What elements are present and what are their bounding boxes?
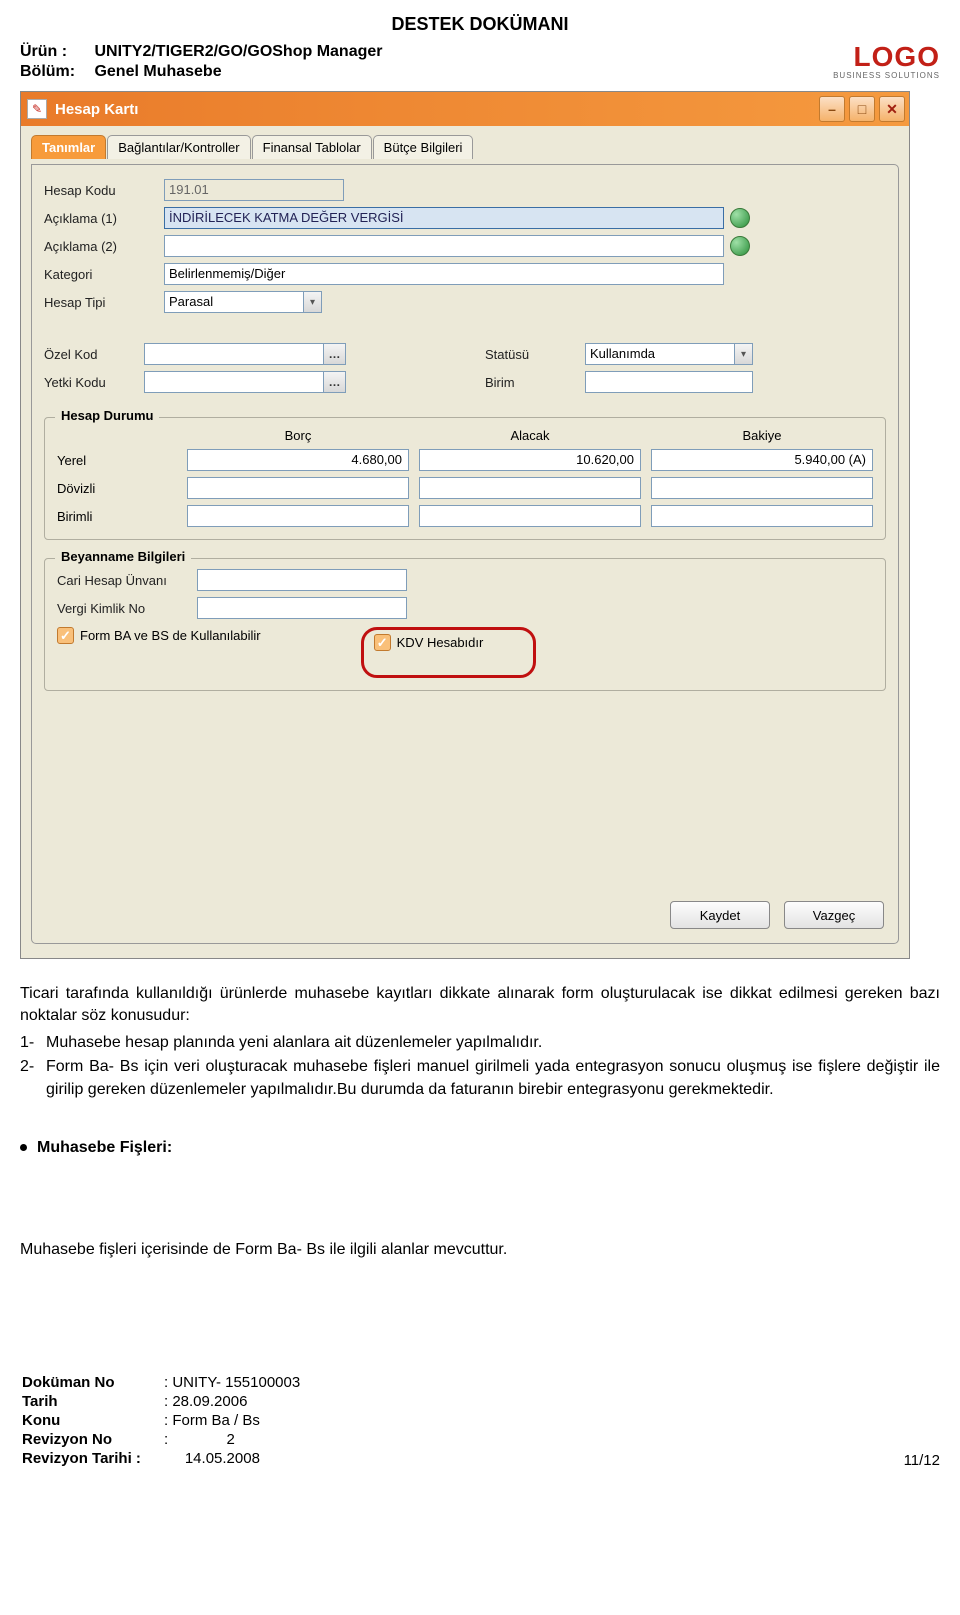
birim-input[interactable] xyxy=(585,371,753,393)
check-icon: ✓ xyxy=(57,627,74,644)
cari-hesap-label: Cari Hesap Ünvanı xyxy=(57,573,197,588)
tab-butce[interactable]: Bütçe Bilgileri xyxy=(373,135,474,159)
form-ba-bs-checkbox[interactable]: ✓ Form BA ve BS de Kullanılabilir xyxy=(57,627,261,644)
intro-paragraph: Ticari tarafında kullanıldığı ürünlerde … xyxy=(20,983,940,1028)
row-dovizli-bakiye xyxy=(651,477,873,499)
kdv-hesabidir-checkbox[interactable]: ✓ KDV Hesabıdır xyxy=(374,634,484,651)
row-yerel-borc: 4.680,00 xyxy=(187,449,409,471)
plain-line: Muhasebe fişleri içerisinde de Form Ba- … xyxy=(20,1239,940,1261)
doc-title: DESTEK DOKÜMANI xyxy=(20,14,940,35)
chevron-down-icon: ▾ xyxy=(735,343,753,365)
row-birimli-label: Birimli xyxy=(57,509,177,524)
yetki-kodu-field[interactable]: … xyxy=(144,371,346,393)
ozel-kod-field[interactable]: … xyxy=(144,343,346,365)
ozel-kod-lookup-button[interactable]: … xyxy=(324,343,346,365)
aciklama1-input[interactable]: İNDİRİLECEK KATMA DEĞER VERGİSİ xyxy=(164,207,724,229)
minimize-button[interactable]: – xyxy=(819,96,845,122)
row-yerel-label: Yerel xyxy=(57,453,177,468)
form-ba-bs-label: Form BA ve BS de Kullanılabilir xyxy=(80,628,261,643)
tab-strip: Tanımlar Bağlantılar/Kontroller Finansal… xyxy=(31,134,899,158)
row-yerel-alacak: 10.620,00 xyxy=(419,449,641,471)
item2-text: Form Ba- Bs için veri oluşturacak muhase… xyxy=(46,1056,940,1101)
statusu-combo[interactable]: Kullanımda ▾ xyxy=(585,343,753,365)
vergi-kimlik-input[interactable] xyxy=(197,597,407,619)
hesap-durumu-group: Hesap Durumu Borç Alacak Bakiye Yerel 4.… xyxy=(44,417,886,540)
beyanname-legend: Beyanname Bilgileri xyxy=(55,549,191,564)
hesap-kodu-input[interactable]: 191.01 xyxy=(164,179,344,201)
logo-main: LOGO xyxy=(833,43,940,71)
beyanname-group: Beyanname Bilgileri Cari Hesap Ünvanı Ve… xyxy=(44,558,886,691)
cari-hesap-input[interactable] xyxy=(197,569,407,591)
account-card-window: ✎ Hesap Kartı – □ ✕ Tanımlar Bağlantılar… xyxy=(20,91,910,959)
statusu-value: Kullanımda xyxy=(585,343,735,365)
birim-label: Birim xyxy=(485,375,585,390)
tab-panel-tanimlar: Hesap Kodu 191.01 Açıklama (1) İNDİRİLEC… xyxy=(31,164,899,944)
aciklama2-label: Açıklama (2) xyxy=(44,239,164,254)
ozel-kod-label: Özel Kod xyxy=(44,347,144,362)
row-dovizli-borc xyxy=(187,477,409,499)
product-line: Ürün : UNITY2/TIGER2/GO/GOShop Manager xyxy=(20,43,940,61)
row-dovizli-label: Dövizli xyxy=(57,481,177,496)
row-birimli-alacak xyxy=(419,505,641,527)
item2-num: 2- xyxy=(20,1056,46,1101)
yetki-kodu-label: Yetki Kodu xyxy=(44,375,144,390)
globe-icon-2[interactable] xyxy=(730,236,750,256)
aciklama2-input[interactable] xyxy=(164,235,724,257)
row-birimli-borc xyxy=(187,505,409,527)
yetki-kodu-lookup-button[interactable]: … xyxy=(324,371,346,393)
kategori-input[interactable]: Belirlenmemiş/Diğer xyxy=(164,263,724,285)
tab-tanimlar[interactable]: Tanımlar xyxy=(31,135,106,159)
vergi-kimlik-label: Vergi Kimlik No xyxy=(57,601,197,616)
close-button[interactable]: ✕ xyxy=(879,96,905,122)
page-number: 11/12 xyxy=(904,1452,940,1469)
app-icon: ✎ xyxy=(27,99,47,119)
item1-num: 1- xyxy=(20,1032,46,1054)
row-birimli-bakiye xyxy=(651,505,873,527)
muhasebe-fisleri-heading: Muhasebe Fişleri: xyxy=(37,1137,172,1159)
maximize-button[interactable]: □ xyxy=(849,96,875,122)
hesap-tipi-combo[interactable]: Parasal ▾ xyxy=(164,291,322,313)
row-dovizli-alacak xyxy=(419,477,641,499)
hesap-durumu-legend: Hesap Durumu xyxy=(55,408,159,423)
section-line: Bölüm: Genel Muhasebe xyxy=(20,63,940,81)
item1-text: Muhasebe hesap planında yeni alanlara ai… xyxy=(46,1032,940,1054)
footer-meta: Doküman No: UNITY- 155100003 Tarih: 28.0… xyxy=(20,1372,306,1469)
tab-finansal[interactable]: Finansal Tablolar xyxy=(252,135,372,159)
yetki-kodu-input[interactable] xyxy=(144,371,324,393)
kategori-label: Kategori xyxy=(44,267,164,282)
ozel-kod-input[interactable] xyxy=(144,343,324,365)
aciklama1-label: Açıklama (1) xyxy=(44,211,164,226)
save-button[interactable]: Kaydet xyxy=(670,901,770,929)
statusu-label: Statüsü xyxy=(485,347,585,362)
window-title: Hesap Kartı xyxy=(55,101,138,118)
titlebar: ✎ Hesap Kartı – □ ✕ xyxy=(21,92,909,126)
row-yerel-bakiye: 5.940,00 (A) xyxy=(651,449,873,471)
hdr-alacak: Alacak xyxy=(419,428,641,443)
hdr-bakiye: Bakiye xyxy=(651,428,873,443)
check-icon: ✓ xyxy=(374,634,391,651)
globe-icon[interactable] xyxy=(730,208,750,228)
bullet-dot xyxy=(20,1144,27,1151)
product-value: UNITY2/TIGER2/GO/GOShop Manager xyxy=(94,43,382,60)
hesap-tipi-value: Parasal xyxy=(164,291,304,313)
chevron-down-icon: ▾ xyxy=(304,291,322,313)
hdr-borc: Borç xyxy=(187,428,409,443)
section-value: Genel Muhasebe xyxy=(94,63,221,80)
logo: LOGO BUSINESS SOLUTIONS xyxy=(833,43,940,80)
hesap-tipi-label: Hesap Tipi xyxy=(44,295,164,310)
product-label: Ürün : xyxy=(20,43,90,61)
kdv-hesabidir-label: KDV Hesabıdır xyxy=(397,635,484,650)
section-label: Bölüm: xyxy=(20,63,90,81)
kdv-highlight-ring: ✓ KDV Hesabıdır xyxy=(361,627,537,678)
logo-sub: BUSINESS SOLUTIONS xyxy=(833,71,940,80)
hesap-kodu-label: Hesap Kodu xyxy=(44,183,164,198)
cancel-button[interactable]: Vazgeç xyxy=(784,901,884,929)
tab-baglantilar[interactable]: Bağlantılar/Kontroller xyxy=(107,135,250,159)
